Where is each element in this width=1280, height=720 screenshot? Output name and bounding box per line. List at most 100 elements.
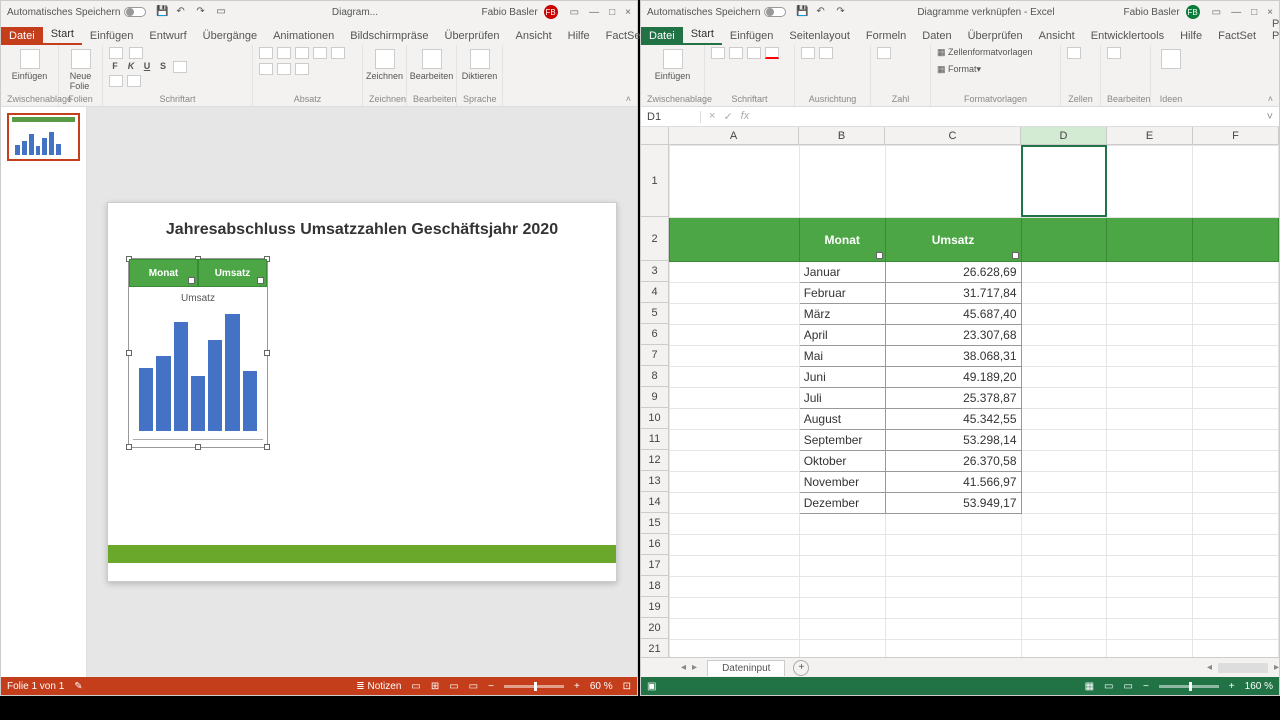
col-F[interactable]: F	[1193, 127, 1279, 144]
row-18[interactable]: 18	[641, 576, 668, 597]
cell[interactable]	[885, 514, 1021, 535]
cell[interactable]	[885, 619, 1021, 640]
tab-insert[interactable]: Einfügen	[722, 27, 781, 45]
cell[interactable]	[1193, 430, 1279, 451]
tab-help[interactable]: Hilfe	[560, 27, 598, 45]
draw-button[interactable]: Zeichnen	[369, 47, 400, 83]
cell[interactable]	[1193, 262, 1279, 283]
row-8[interactable]: 8	[641, 366, 668, 387]
cell[interactable]	[1193, 388, 1279, 409]
cell[interactable]	[885, 146, 1021, 218]
cell[interactable]	[1021, 472, 1107, 493]
cell[interactable]	[1021, 451, 1107, 472]
redo-icon[interactable]: ↷	[196, 6, 208, 18]
cell[interactable]	[1193, 472, 1279, 493]
number-fmt-icon[interactable]	[877, 47, 891, 59]
zoom-in-icon[interactable]: +	[574, 681, 580, 692]
filter-icon[interactable]	[1012, 252, 1019, 259]
tab-factset[interactable]: FactSet	[1210, 27, 1264, 45]
cell[interactable]	[670, 619, 800, 640]
cell[interactable]	[1021, 367, 1107, 388]
cell[interactable]	[670, 493, 800, 514]
cell[interactable]	[670, 535, 800, 556]
ribbon-options-icon[interactable]: ▭	[1212, 7, 1221, 18]
cell[interactable]	[1107, 409, 1193, 430]
cell[interactable]: 26.370,58	[885, 451, 1021, 472]
cell[interactable]	[1107, 514, 1193, 535]
cell[interactable]: 26.628,69	[885, 262, 1021, 283]
cell[interactable]	[1193, 304, 1279, 325]
cell[interactable]: 25.378,87	[885, 388, 1021, 409]
cell[interactable]	[885, 640, 1021, 658]
cell[interactable]: Mai	[799, 346, 885, 367]
cell[interactable]: April	[799, 325, 885, 346]
paste-button[interactable]: Einfügen	[7, 47, 52, 83]
cell[interactable]	[1021, 262, 1107, 283]
cell[interactable]: 53.949,17	[885, 493, 1021, 514]
resize-handle[interactable]	[126, 350, 132, 356]
cell[interactable]	[885, 577, 1021, 598]
cell[interactable]	[1021, 640, 1107, 658]
tab-view[interactable]: Ansicht	[1031, 27, 1083, 45]
autosave-toggle[interactable]: Automatisches Speichern	[7, 7, 146, 18]
new-slide-button[interactable]: Neue Folie	[65, 47, 96, 93]
tab-review[interactable]: Überprüfen	[960, 27, 1031, 45]
border-icon[interactable]	[729, 47, 743, 59]
cell[interactable]: Oktober	[799, 451, 885, 472]
edit-button[interactable]: Bearbeiten	[413, 47, 450, 83]
zoom-out-icon[interactable]: −	[1143, 681, 1149, 692]
cell[interactable]	[1107, 535, 1193, 556]
row-1[interactable]: 1	[641, 145, 668, 217]
clear-fmt-icon[interactable]	[127, 75, 141, 87]
cell[interactable]: 38.068,31	[885, 346, 1021, 367]
cell[interactable]	[1021, 146, 1107, 218]
autosave-toggle[interactable]: Automatisches Speichern	[647, 7, 786, 18]
row-3[interactable]: 3	[641, 261, 668, 282]
bullets-icon[interactable]	[259, 47, 273, 59]
cell[interactable]	[1021, 325, 1107, 346]
minimize-icon[interactable]: —	[1231, 7, 1241, 18]
align-left-icon[interactable]	[331, 47, 345, 59]
cell[interactable]	[670, 472, 800, 493]
align-center-icon[interactable]	[259, 63, 273, 75]
cell[interactable]	[670, 577, 800, 598]
row-16[interactable]: 16	[641, 534, 668, 555]
cell[interactable]: 49.189,20	[885, 367, 1021, 388]
name-box[interactable]: D1	[641, 111, 701, 123]
cell[interactable]	[1193, 619, 1279, 640]
tab-view[interactable]: Ansicht	[508, 27, 560, 45]
undo-icon[interactable]: ↶	[816, 6, 828, 18]
cell[interactable]	[799, 598, 885, 619]
cell[interactable]	[1021, 430, 1107, 451]
indent-inc-icon[interactable]	[313, 47, 327, 59]
tab-data[interactable]: Daten	[914, 27, 959, 45]
resize-handle[interactable]	[126, 444, 132, 450]
resize-handle[interactable]	[264, 350, 270, 356]
paste-button[interactable]: Einfügen	[647, 47, 698, 83]
col-A[interactable]: A	[669, 127, 799, 144]
cell[interactable]	[1193, 346, 1279, 367]
cell[interactable]	[670, 283, 800, 304]
italic-button[interactable]: K	[125, 61, 137, 73]
cell[interactable]	[1107, 493, 1193, 514]
tab-help[interactable]: Hilfe	[1172, 27, 1210, 45]
col-E[interactable]: E	[1107, 127, 1193, 144]
cell[interactable]	[1107, 598, 1193, 619]
embedded-chart-object[interactable]: Monat Umsatz Umsatz	[128, 258, 268, 448]
tab-powerpivot[interactable]: Power Pivot	[1264, 15, 1280, 45]
cell[interactable]	[1021, 535, 1107, 556]
hscroll-right-icon[interactable]: ▸	[1274, 662, 1279, 673]
maximize-icon[interactable]: □	[1251, 7, 1257, 18]
cell[interactable]	[670, 640, 800, 658]
cell[interactable]	[670, 367, 800, 388]
cell[interactable]: Dezember	[799, 493, 885, 514]
cell[interactable]	[1107, 367, 1193, 388]
cell[interactable]	[1193, 640, 1279, 658]
resize-handle[interactable]	[195, 444, 201, 450]
cell[interactable]	[1193, 556, 1279, 577]
cell[interactable]	[885, 535, 1021, 556]
cell[interactable]	[1021, 283, 1107, 304]
cell[interactable]: 41.566,97	[885, 472, 1021, 493]
tab-review[interactable]: Überprüfen	[437, 27, 508, 45]
cell[interactable]: 45.342,55	[885, 409, 1021, 430]
